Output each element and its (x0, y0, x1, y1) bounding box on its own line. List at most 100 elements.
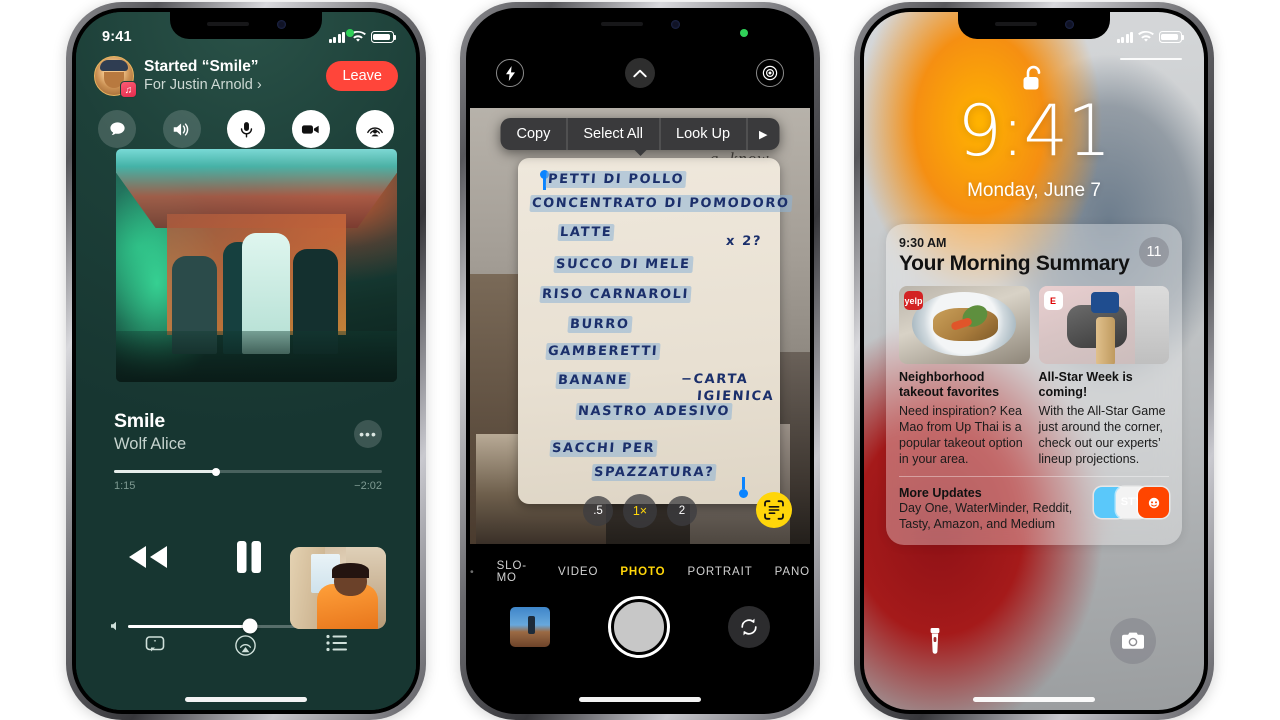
note-line: BURRO (527, 316, 770, 333)
live-text-scan-icon[interactable] (756, 492, 792, 528)
earpiece-speaker (994, 22, 1037, 26)
video-camera-icon[interactable] (291, 110, 330, 148)
shareplay-icon[interactable] (356, 110, 394, 148)
note-line-text: BURRO (567, 316, 633, 333)
camera-mode-pano[interactable]: PANO (775, 566, 810, 578)
zoom-level-0.5x[interactable]: .5 (583, 496, 613, 526)
bat-shape (1095, 317, 1116, 364)
zoom-level-2x[interactable]: 2 (667, 496, 697, 526)
speaker-volume-icon[interactable] (162, 110, 201, 148)
remaining-time: −2:02 (354, 480, 382, 492)
playback-scrubber[interactable]: 1:15 −2:02 (114, 467, 382, 492)
front-camera (670, 19, 680, 29)
scrubber-knob[interactable] (211, 467, 220, 476)
queue-list-icon[interactable] (326, 634, 348, 662)
rewind-icon[interactable] (122, 542, 172, 577)
summary-title: Your Morning Summary (899, 252, 1130, 275)
home-indicator[interactable] (185, 697, 307, 702)
note-line-text: LATTE (557, 224, 615, 241)
avatar-hat (100, 60, 128, 71)
shareplay-controls (94, 110, 398, 148)
baseball-bat-photo: E (1038, 286, 1169, 364)
camera-in-use-indicator (346, 29, 354, 37)
leave-button[interactable]: Leave (326, 61, 398, 91)
shareplay-subtitle[interactable]: For Justin Arnold › (144, 76, 262, 95)
scrubber-rail[interactable] (114, 467, 382, 476)
front-camera (276, 19, 286, 29)
scrubber-times: 1:15 −2:02 (114, 480, 382, 492)
airplay-icon[interactable] (234, 634, 257, 662)
camera-top-bar (470, 50, 810, 96)
lock-screen-date: Monday, June 7 (967, 180, 1101, 201)
notification-summary-card[interactable]: 9:30 AM Your Morning Summary 11 yelp Nei… (886, 224, 1182, 545)
context-menu-copy[interactable]: Copy (501, 118, 567, 150)
battery-icon (371, 31, 397, 43)
more-options-button[interactable]: ••• (354, 420, 382, 448)
summary-badge-count: 11 (1139, 237, 1169, 267)
microphone-icon[interactable] (227, 110, 265, 148)
cellular-bars-icon (1116, 31, 1133, 43)
notch (170, 12, 322, 39)
camera-icon[interactable] (1110, 618, 1156, 664)
shutter-button[interactable] (608, 596, 670, 658)
note-line-text: SUCCO DI MELE (553, 256, 694, 273)
shareplay-info-row: ♫ Started “Smile” For Justin Arnold › Le… (94, 56, 398, 98)
now-playing-info: Smile Wolf Alice ••• (114, 410, 382, 454)
context-menu-more-arrow-icon[interactable]: ▶ (746, 118, 779, 150)
photo-roll-thumbnail[interactable] (510, 607, 550, 647)
camera-mode-slo-mo[interactable]: SLO-MO (497, 560, 536, 584)
card-body: With the All-Star Game just around the c… (1038, 403, 1166, 466)
flash-icon[interactable] (496, 59, 524, 87)
thumbnail-figure (528, 615, 536, 634)
pause-icon[interactable] (234, 540, 264, 579)
camera-in-use-indicator (740, 29, 748, 37)
zoom-level-1x[interactable]: 1× (623, 494, 657, 528)
notch (564, 12, 716, 39)
summary-card-espn[interactable]: E All-Star Week is coming! With the All-… (1038, 286, 1169, 467)
card-body: Need inspiration? Kea Mao from Up Thai i… (899, 403, 1023, 466)
scrubber-fill (114, 470, 216, 473)
phone-device-lockscreen: 9:41 Monday, June 7 9:30 AM Your Morning… (854, 2, 1214, 720)
lyrics-icon[interactable]: ” (144, 634, 166, 662)
context-menu-look-up[interactable]: Look Up (659, 118, 746, 150)
track-artist: Wolf Alice (114, 435, 187, 453)
note-line: RISO CARNAROLI (527, 286, 770, 303)
avatar: ♫ (94, 56, 137, 98)
note-line-text: SPAZZATURA? (591, 464, 717, 481)
home-indicator[interactable] (973, 697, 1095, 702)
facetime-pip-video[interactable] (290, 547, 386, 629)
volume-knob[interactable] (242, 618, 258, 634)
camera-mode-video[interactable]: VIDEO (558, 566, 598, 578)
phone-device-camera: ⌈ 𝐸 ℓℓo don't g know nyself Copy Select … (460, 2, 820, 720)
summary-card-yelp[interactable]: yelp Neighborhood takeout favorites Need… (899, 286, 1030, 467)
phone3-screen: 9:41 Monday, June 7 9:30 AM Your Morning… (864, 12, 1204, 710)
note-line: CONCENTRATO DI POMODORO (527, 195, 793, 212)
more-updates-section[interactable]: More Updates Day One, WaterMinder, Reddi… (899, 475, 1169, 545)
earpiece-speaker (600, 22, 643, 26)
note-line: IGIENICA (696, 389, 775, 404)
phone3-bezel: 9:41 Monday, June 7 9:30 AM Your Morning… (860, 8, 1208, 714)
album-artwork (116, 149, 397, 382)
camera-mode-portrait[interactable]: PORTRAIT (688, 566, 753, 578)
note-line-text: NASTRO ADESIVO (575, 403, 733, 420)
handwritten-note[interactable]: PETTI DI POLLO CONCENTRATO DI POMODORO L… (518, 158, 793, 504)
context-menu-select-all[interactable]: Select All (566, 118, 659, 150)
note-line: SACCHI PER (527, 440, 770, 457)
live-photo-icon[interactable] (756, 59, 784, 87)
messages-bubble-icon[interactable] (98, 110, 136, 148)
note-line-text: GAMBERETTI (545, 343, 661, 360)
camera-flip-icon[interactable] (728, 606, 770, 648)
flashlight-icon[interactable] (912, 618, 958, 664)
camera-bottom-bar (470, 590, 810, 664)
yelp-icon: yelp (904, 291, 923, 310)
camera-mode-edge[interactable]: • (470, 566, 475, 578)
volume-fill (128, 624, 251, 628)
note-line: SPAZZATURA? (527, 464, 770, 481)
status-clock: 9:41 (102, 29, 132, 45)
status-indicators (1116, 31, 1185, 43)
camera-mode-photo[interactable]: PHOTO (620, 566, 665, 578)
home-indicator[interactable] (579, 697, 701, 702)
lock-screen-time: 9:41 (957, 90, 1111, 172)
chevron-up-icon[interactable] (625, 58, 655, 88)
wristband-shape (1090, 292, 1120, 313)
